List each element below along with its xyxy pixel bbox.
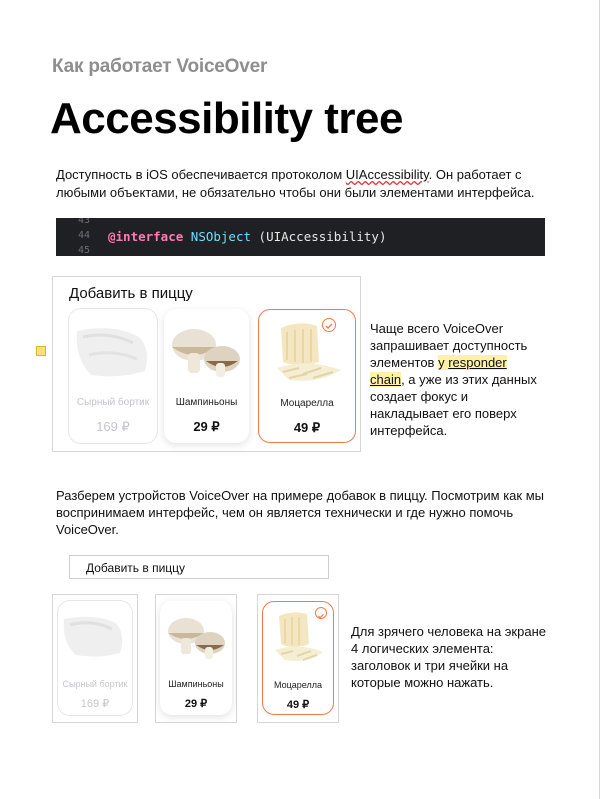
protocol-name: UIAccessibility xyxy=(345,167,429,182)
topping-name: Моцарелла xyxy=(280,398,334,409)
line-number: 45 xyxy=(77,245,90,256)
toppings-panel: Добавить в пиццу Сырный бортик 169 ₽ Шам… xyxy=(52,276,361,452)
header-element-frame: Добавить в пиццу xyxy=(69,555,329,579)
topping-price: 49 ₽ xyxy=(293,420,321,435)
document-page: Как работает VoiceOver Accessibility tre… xyxy=(0,0,600,799)
topping-card-cheese-crust[interactable]: Сырный бортик 169 ₽ xyxy=(69,309,157,443)
panel-title: Добавить в пиццу xyxy=(86,561,186,575)
voiceover-paragraph: Разберем устройстов VoiceOver на примере… xyxy=(56,488,544,537)
responder-chain-note: Чаще всего VoiceOver запрашивает доступн… xyxy=(370,321,537,438)
cheese-crust-image xyxy=(63,616,123,657)
mushrooms-image xyxy=(168,618,225,659)
topping-price: 29 ₽ xyxy=(193,419,220,434)
mozzarella-image xyxy=(275,612,323,661)
page-title: Accessibility tree xyxy=(50,94,403,143)
topping-name: Сырный бортик xyxy=(76,397,150,408)
mushrooms-image xyxy=(172,329,240,377)
topping-card-mozzarella[interactable]: Моцарелла 49 ₽ xyxy=(258,309,356,443)
cell-frame-mozzarella: Моцарелла 49 ₽ xyxy=(257,594,339,723)
topping-price: 29 ₽ xyxy=(184,698,208,710)
cell-frame-cheese-crust: Сырный бортик 169 ₽ xyxy=(52,594,138,723)
section-subtitle: Как работает VoiceOver xyxy=(52,56,268,77)
mozzarella-image xyxy=(277,323,341,381)
topping-price: 169 ₽ xyxy=(80,698,110,710)
intro-paragraph: Доступность в iOS обеспечивается протоко… xyxy=(56,167,535,200)
code-category: (UIAccessibility) xyxy=(258,229,387,244)
topping-card-mushrooms[interactable]: Шампиньоны 29 ₽ xyxy=(160,601,232,715)
line-number: 43 xyxy=(77,218,90,226)
panel-title: Добавить в пиццу xyxy=(69,285,193,302)
cell-frame-mushrooms: Шампиньоны 29 ₽ xyxy=(155,594,237,723)
code-line: @interface NSObject (UIAccessibility) xyxy=(108,229,386,244)
topping-card-mozzarella[interactable]: Моцарелла 49 ₽ xyxy=(262,601,334,715)
topping-card-cheese-crust[interactable]: Сырный бортик 169 ₽ xyxy=(58,601,132,715)
topping-name: Сырный бортик xyxy=(62,679,128,689)
cheese-crust-image xyxy=(76,328,147,377)
topping-name: Шампиньоны xyxy=(175,397,238,408)
topping-name: Шампиньоны xyxy=(168,679,224,689)
topping-card-mushrooms[interactable]: Шампиньоны 29 ₽ xyxy=(164,309,249,443)
code-snippet: 43 44 45 @interface NSObject (UIAccessib… xyxy=(56,218,545,256)
code-class: NSObject xyxy=(190,229,252,244)
logical-elements-note: Для зрячего человека на экране 4 логичес… xyxy=(351,624,546,690)
code-keyword: @interface xyxy=(108,229,184,244)
topping-name: Моцарелла xyxy=(274,680,322,690)
line-number: 44 xyxy=(77,230,90,241)
comment-marker-icon[interactable] xyxy=(36,346,46,356)
topping-price: 169 ₽ xyxy=(96,419,130,434)
topping-price: 49 ₽ xyxy=(286,699,310,711)
